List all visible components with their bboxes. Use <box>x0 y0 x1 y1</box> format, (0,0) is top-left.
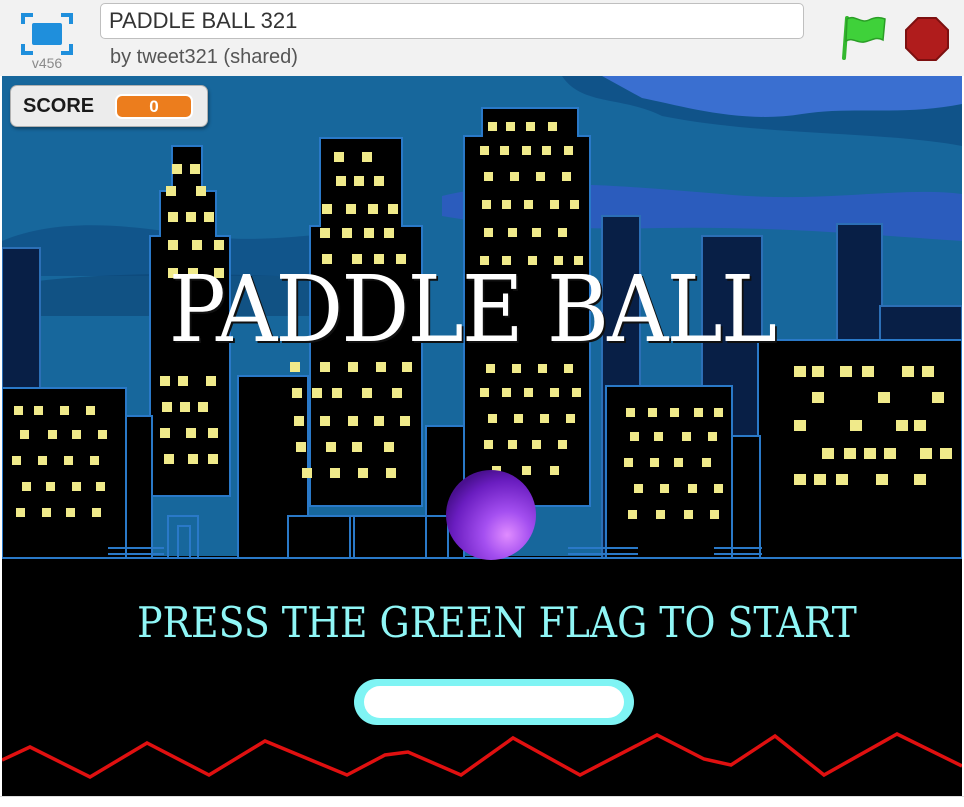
fullscreen-icon <box>21 13 73 55</box>
score-label: SCORE <box>23 95 95 117</box>
player-footer <box>0 796 964 807</box>
version-label: v456 <box>31 55 63 71</box>
green-flag-icon <box>842 16 886 60</box>
stop-sign-icon <box>905 17 949 61</box>
score-value: 0 <box>115 94 193 119</box>
ball-sprite[interactable] <box>446 470 536 560</box>
author-byline: by tweet321 (shared) <box>110 46 298 68</box>
project-title-input[interactable] <box>100 3 804 39</box>
player-header: v456 by tweet321 (shared) <box>0 0 964 76</box>
green-flag-button[interactable] <box>840 14 890 60</box>
paddle-sprite[interactable] <box>354 679 634 725</box>
start-message: PRESS THE GREEN FLAG TO START <box>137 598 857 647</box>
fullscreen-button[interactable] <box>20 12 74 56</box>
city-backdrop <box>2 76 962 796</box>
stop-button[interactable] <box>904 16 950 62</box>
score-monitor[interactable]: SCORE 0 <box>10 85 208 127</box>
stage[interactable]: SCORE 0 PADDLE BALL PRESS THE GREEN FLAG… <box>2 76 962 796</box>
game-title: PADDLE BALL <box>168 256 777 363</box>
